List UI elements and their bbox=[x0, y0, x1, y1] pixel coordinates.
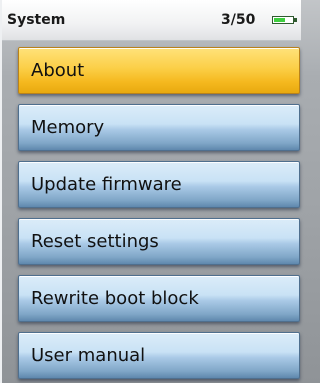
battery-icon bbox=[272, 16, 294, 24]
battery-level bbox=[274, 18, 285, 22]
menu-item-user-manual[interactable]: User manual bbox=[18, 332, 300, 379]
menu-item-label: Update firmware bbox=[31, 174, 182, 195]
menu-item-reset-settings[interactable]: Reset settings bbox=[18, 218, 300, 265]
menu-item-memory[interactable]: Memory bbox=[18, 104, 300, 151]
menu-item-label: Memory bbox=[31, 117, 105, 138]
page-counter: 3/50 bbox=[221, 12, 256, 28]
battery-tip-icon bbox=[294, 18, 297, 22]
status-title: System bbox=[7, 12, 66, 28]
menu-item-update-firmware[interactable]: Update firmware bbox=[18, 161, 300, 208]
menu-item-label: User manual bbox=[31, 345, 146, 366]
menu-item-rewrite-boot-block[interactable]: Rewrite boot block bbox=[18, 275, 300, 322]
menu-item-label: Rewrite boot block bbox=[31, 288, 199, 309]
menu-item-label: About bbox=[31, 60, 85, 81]
status-bar: System 3/50 bbox=[2, 0, 301, 41]
screen-frame: System 3/50 About Memory Update firmware… bbox=[0, 0, 301, 383]
menu-item-about[interactable]: About bbox=[18, 47, 300, 94]
menu-item-label: Reset settings bbox=[31, 231, 159, 252]
